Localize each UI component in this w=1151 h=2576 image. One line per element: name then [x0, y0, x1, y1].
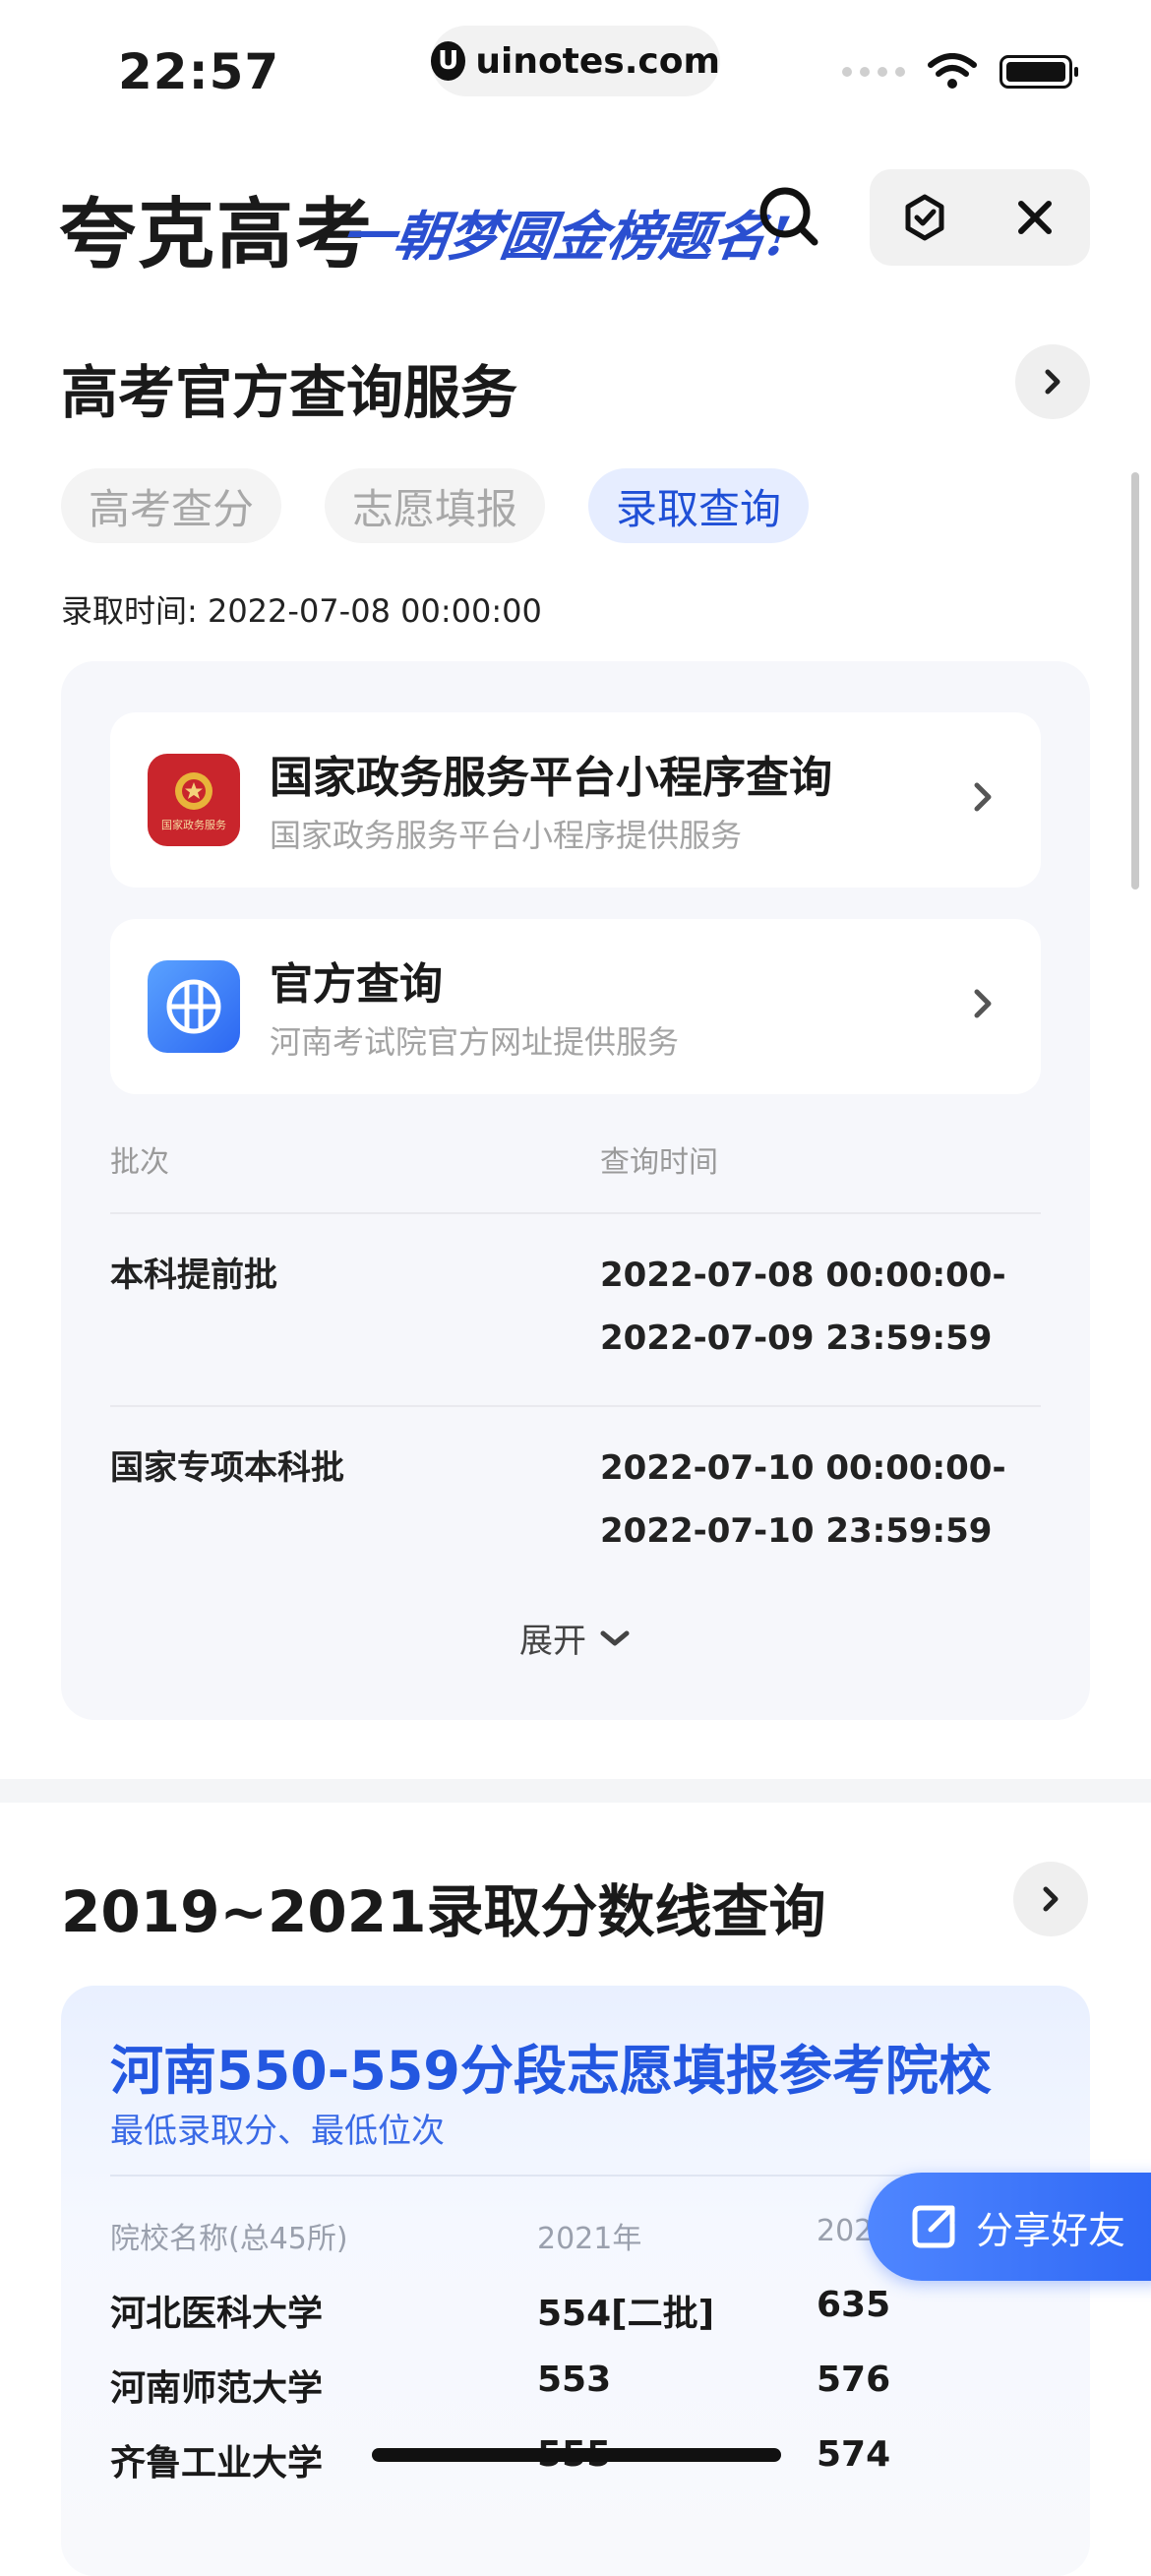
mini-program-capsule: [870, 169, 1090, 266]
score-row-2021: 554[二批]: [537, 2294, 715, 2334]
table-cell-time-start: 2022-07-08 00:00:00-: [600, 1256, 1006, 1295]
chevron-right-icon: [1043, 1886, 1059, 1912]
scrollbar[interactable]: [1131, 472, 1139, 889]
table-cell-time-end: 2022-07-10 23:59:59: [600, 1511, 993, 1551]
section-separator: [0, 1779, 1151, 1803]
tab-admission-query[interactable]: 录取查询: [588, 468, 810, 543]
table-cell-time-end: 2022-07-09 23:59:59: [600, 1319, 993, 1358]
tab-score-query[interactable]: 高考查分: [61, 468, 282, 543]
score-panel-divider: [110, 2175, 996, 2177]
score-row-school[interactable]: 河南师范大学: [110, 2360, 323, 2411]
share-icon: [912, 2205, 955, 2248]
card-title: 官方查询: [270, 959, 443, 1010]
globe-icon: [148, 960, 240, 1053]
score-line-more-button[interactable]: [1013, 1862, 1088, 1936]
table-cell-time-start: 2022-07-10 00:00:00-: [600, 1448, 1006, 1488]
status-time: 22:57: [118, 43, 280, 100]
chevron-down-icon: [600, 1630, 630, 1645]
score-row-school[interactable]: 河北医科大学: [110, 2285, 323, 2336]
icon-caption: 国家政务服务: [161, 818, 226, 831]
score-row-2020: 574: [817, 2434, 891, 2475]
score-line-title: 2019~2021录取分数线查询: [61, 1878, 826, 1945]
card-subtitle: 国家政务服务平台小程序提供服务: [270, 817, 743, 854]
chevron-right-icon: [974, 782, 992, 812]
share-button[interactable]: 分享好友: [868, 2173, 1151, 2281]
table-cell-batch: 本科提前批: [110, 1256, 277, 1295]
service-tabs: 高考查分 志愿填报 录取查询: [61, 468, 810, 543]
chevron-right-icon: [1045, 369, 1060, 395]
score-row-school[interactable]: 齐鲁工业大学: [110, 2434, 323, 2485]
score-row-2021: 553: [537, 2360, 612, 2400]
search-icon[interactable]: [756, 183, 824, 252]
slogan: 一朝梦圆金榜题名!: [336, 205, 795, 268]
score-header-2020: 202: [817, 2214, 874, 2248]
official-service-title: 高考官方查询服务: [61, 359, 518, 426]
signal-dots-icon: [842, 67, 905, 77]
home-indicator[interactable]: [372, 2448, 781, 2462]
app-brand: 夸克高考: [59, 191, 375, 279]
status-icons: [842, 53, 1078, 91]
chevron-right-icon: [974, 989, 992, 1018]
share-label: 分享好友: [976, 2208, 1126, 2252]
score-panel-subtitle: 最低录取分、最低位次: [110, 2112, 445, 2151]
card-title: 国家政务服务平台小程序查询: [270, 753, 832, 803]
close-icon[interactable]: [1005, 188, 1064, 247]
table-divider: [110, 1405, 1041, 1407]
official-service-more-button[interactable]: [1015, 344, 1090, 419]
service-card-official[interactable]: 官方查询 河南考试院官方网址提供服务: [110, 919, 1041, 1094]
url-pill[interactable]: U uinotes.com: [431, 26, 720, 96]
service-card-gov-platform[interactable]: 国家政务服务 国家政务服务平台小程序查询 国家政务服务平台小程序提供服务: [110, 712, 1041, 888]
wifi-icon: [928, 53, 977, 89]
refresh-icon[interactable]: [895, 188, 954, 247]
expand-label: 展开: [519, 1622, 586, 1661]
table-divider: [110, 1212, 1041, 1214]
table-cell-batch: 国家专项本科批: [110, 1448, 344, 1488]
national-emblem-icon: 国家政务服务: [148, 754, 240, 846]
site-logo-icon: U: [431, 41, 466, 81]
expand-button[interactable]: 展开: [0, 1614, 1151, 1662]
url-text: uinotes.com: [475, 40, 720, 82]
score-header-2021: 2021年: [537, 2222, 642, 2256]
tab-application[interactable]: 志愿填报: [325, 468, 546, 543]
card-subtitle: 河南考试院官方网址提供服务: [270, 1023, 680, 1061]
score-panel-title: 河南550-559分段志愿填报参考院校: [110, 2040, 992, 2102]
score-row-2020: 576: [817, 2360, 891, 2400]
score-header-school: 院校名称(总45所): [110, 2222, 348, 2256]
table-header-batch: 批次: [110, 1145, 169, 1180]
admission-time: 录取时间: 2022-07-08 00:00:00: [61, 592, 542, 630]
score-row-2020: 635: [817, 2285, 891, 2325]
table-header-time: 查询时间: [600, 1145, 718, 1180]
battery-icon: [1000, 55, 1078, 89]
